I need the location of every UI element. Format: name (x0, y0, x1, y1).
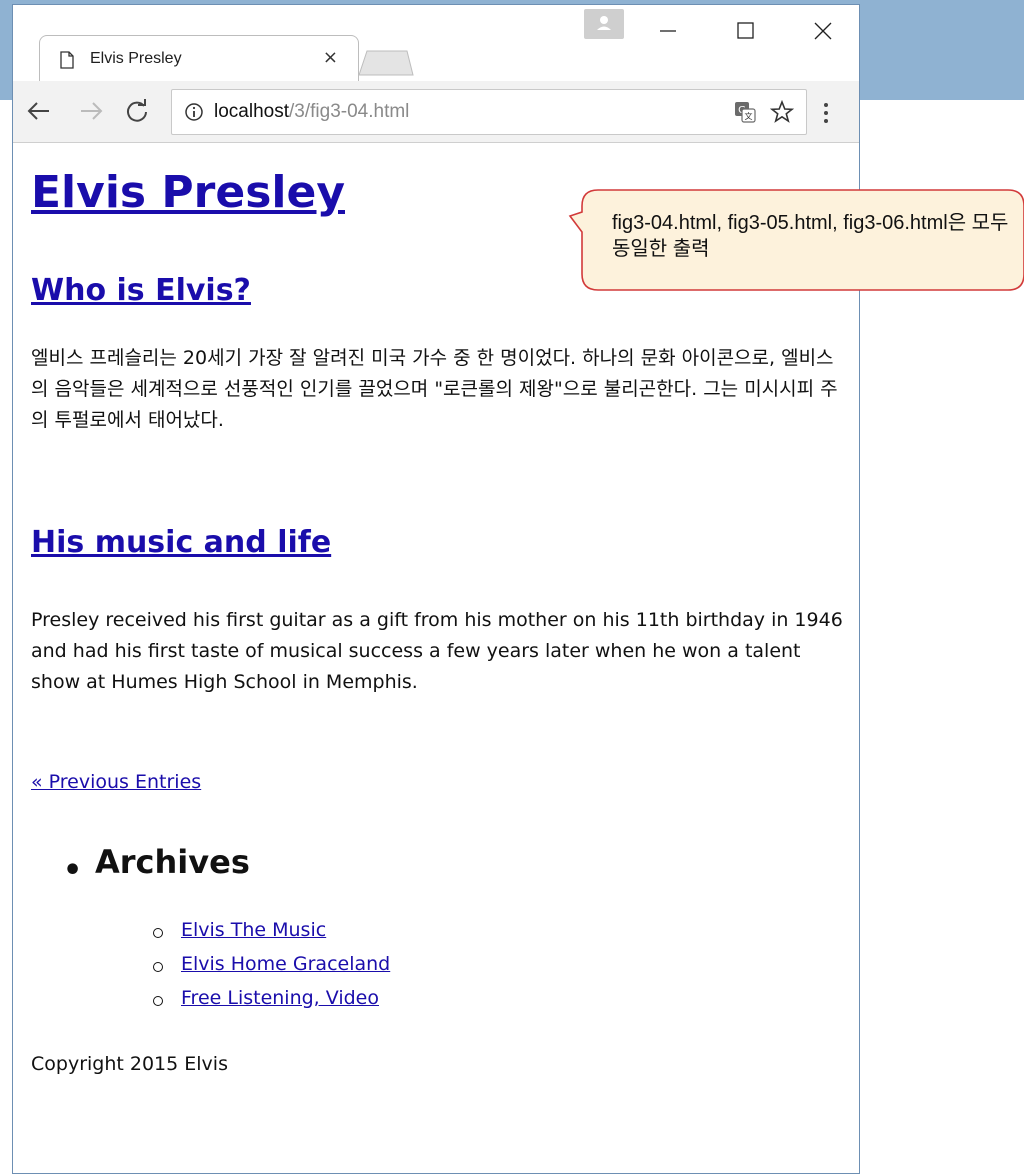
previous-entries-link[interactable]: « Previous Entries (31, 771, 201, 793)
list-bullet (153, 962, 163, 972)
archive-link[interactable]: Free Listening, Video (181, 987, 379, 1009)
page-title-link[interactable]: Elvis Presley (31, 167, 345, 218)
list-bullet (153, 928, 163, 938)
callout-text: fig3-04.html, fig3-05.html, fig3-06.html… (612, 212, 1009, 260)
info-icon[interactable] (184, 102, 204, 122)
annotation-callout: fig3-04.html, fig3-05.html, fig3-06.html… (568, 188, 1024, 292)
list-bullet (153, 996, 163, 1006)
maximize-button[interactable] (725, 15, 765, 45)
translate-icon[interactable]: G 文 (734, 101, 756, 123)
title-bar: Elvis Presley × (13, 5, 859, 81)
forward-button[interactable] (77, 97, 105, 125)
url-host: localhost (214, 101, 289, 122)
browser-window: Elvis Presley × localhost/3/fig3-04.html… (12, 4, 860, 1174)
svg-text:文: 文 (745, 111, 753, 121)
bookmark-star-icon[interactable] (770, 100, 794, 124)
address-bar[interactable]: localhost/3/fig3-04.html G 文 (171, 89, 807, 135)
section-paragraph-who: 엘비스 프레슬리는 20세기 가장 잘 알려진 미국 가수 중 한 명이었다. … (31, 347, 838, 431)
archive-link[interactable]: Elvis The Music (181, 919, 326, 941)
back-button[interactable] (25, 97, 53, 125)
url-text[interactable]: localhost/3/fig3-04.html (214, 101, 409, 123)
section-heading-music[interactable]: His music and life (31, 525, 331, 560)
url-path: /3/fig3-04.html (289, 101, 410, 122)
archives-heading: Archives (95, 843, 250, 881)
person-icon (597, 16, 611, 30)
browser-toolbar: localhost/3/fig3-04.html G 文 (13, 81, 859, 143)
menu-kebab-icon[interactable] (821, 99, 831, 127)
minimize-button[interactable] (648, 15, 688, 45)
browser-tab[interactable]: Elvis Presley × (39, 35, 359, 81)
tab-title: Elvis Presley (90, 50, 182, 67)
section-heading-who[interactable]: Who is Elvis? (31, 273, 251, 308)
reload-button[interactable] (123, 97, 151, 125)
page-icon (60, 51, 74, 69)
tab-close-icon[interactable]: × (323, 47, 338, 68)
footer-copyright: Copyright 2015 Elvis (31, 1053, 228, 1075)
archives-bullet: • (63, 853, 83, 888)
new-tab-button[interactable] (357, 49, 415, 77)
section-paragraph-music: Presley received his first guitar as a g… (31, 609, 843, 693)
close-window-button[interactable] (803, 15, 843, 45)
profile-button[interactable] (584, 9, 624, 39)
archive-link[interactable]: Elvis Home Graceland (181, 953, 390, 975)
